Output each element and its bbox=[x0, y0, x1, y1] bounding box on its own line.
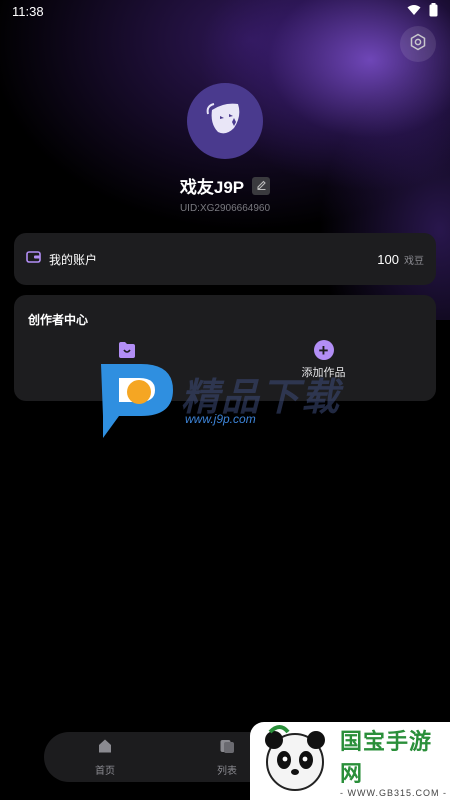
creator-center-card: 创作者中心 我的作品 + 添加作品 bbox=[14, 295, 436, 401]
plus-icon: + bbox=[313, 340, 334, 360]
tab-home[interactable]: 首页 bbox=[95, 738, 115, 777]
settings-button[interactable] bbox=[400, 26, 436, 62]
watermark-url: www.j9p.com bbox=[185, 412, 256, 426]
status-bar: 11:38 bbox=[0, 0, 450, 22]
add-work-button[interactable]: + 添加作品 bbox=[225, 340, 422, 385]
mask-logo-icon bbox=[202, 96, 248, 147]
tab-list-label: 列表 bbox=[217, 765, 237, 777]
edit-name-button[interactable] bbox=[252, 176, 271, 195]
panda-logo-icon bbox=[260, 724, 330, 799]
user-uid: UID:XG2906664960 bbox=[179, 203, 271, 214]
account-label: 我的账户 bbox=[49, 252, 98, 267]
badge-url: - WWW.GB315.COM - bbox=[340, 788, 447, 798]
settings-icon bbox=[409, 33, 427, 56]
status-time: 11:38 bbox=[12, 3, 44, 19]
balance-unit: 戏豆 bbox=[404, 255, 424, 267]
my-works-button[interactable]: 我的作品 bbox=[28, 340, 225, 385]
site-badge: 国宝手游网 - WWW.GB315.COM - bbox=[250, 722, 450, 800]
battery-icon bbox=[429, 2, 438, 20]
account-card[interactable]: 我的账户 100 戏豆 bbox=[14, 233, 436, 285]
works-icon bbox=[117, 340, 137, 365]
add-work-label: 添加作品 bbox=[301, 367, 346, 379]
list-icon bbox=[219, 738, 235, 759]
tab-list[interactable]: 列表 bbox=[217, 738, 237, 777]
creator-center-title: 创作者中心 bbox=[28, 313, 89, 327]
tab-home-label: 首页 bbox=[95, 765, 115, 777]
home-icon bbox=[97, 738, 113, 759]
nickname: 戏友J9P bbox=[179, 178, 245, 197]
account-balance: 100 bbox=[377, 251, 399, 267]
avatar[interactable] bbox=[187, 83, 263, 159]
my-works-label: 我的作品 bbox=[104, 372, 149, 384]
badge-title: 国宝手游网 bbox=[340, 729, 433, 786]
profile-name-row: 戏友J9P bbox=[0, 173, 450, 198]
wallet-icon bbox=[26, 250, 41, 269]
wifi-icon bbox=[407, 4, 421, 19]
edit-icon bbox=[256, 177, 267, 195]
